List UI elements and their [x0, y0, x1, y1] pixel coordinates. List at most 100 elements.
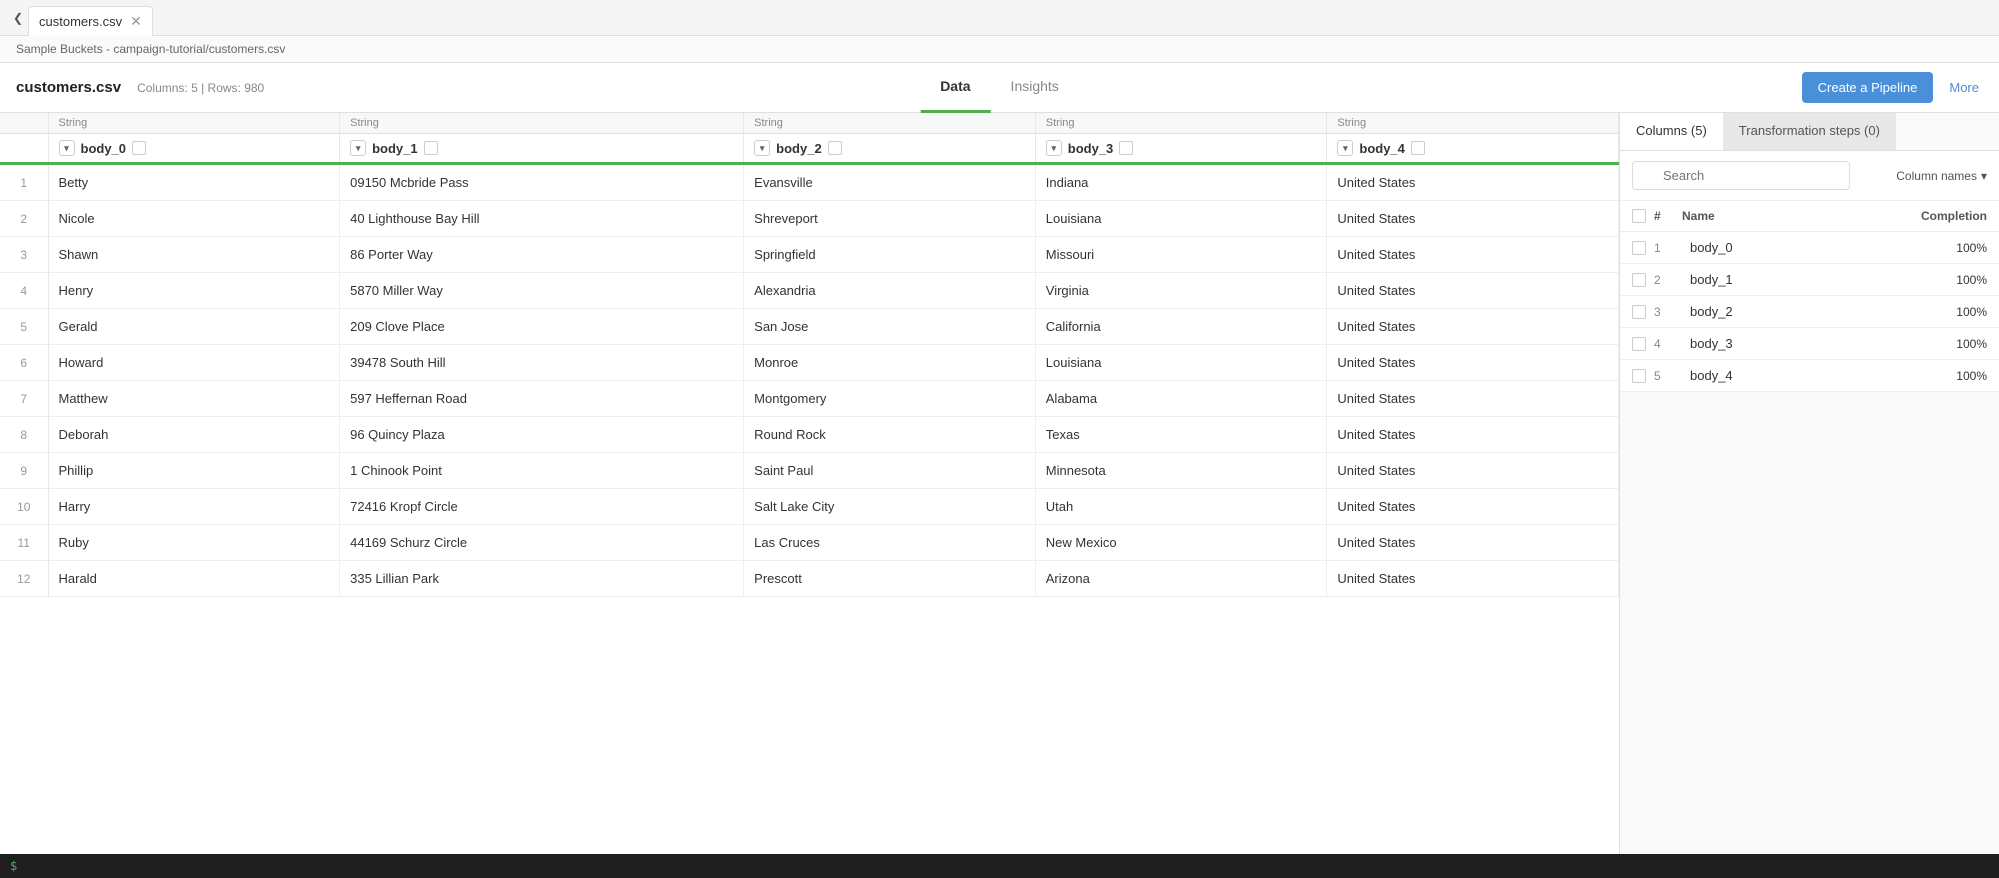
cell-body_3: Louisiana — [1035, 201, 1327, 237]
col-type-3: String — [1035, 113, 1327, 134]
table-row: 5Gerald209 Clove PlaceSan JoseCalifornia… — [0, 309, 1619, 345]
col-checkbox-1[interactable] — [424, 141, 438, 155]
col-row-checkbox[interactable] — [1632, 273, 1646, 287]
row-number: 6 — [0, 345, 48, 381]
tab-close-icon[interactable]: ✕ — [130, 14, 142, 28]
cell-body_4: United States — [1327, 237, 1619, 273]
cell-body_3: Texas — [1035, 417, 1327, 453]
file-title: customers.csv — [16, 79, 121, 96]
col-header-4[interactable]: ▾ body_4 — [1327, 134, 1619, 164]
row-number: 2 — [0, 201, 48, 237]
columns-header: # Name Completion — [1620, 201, 1999, 232]
table-row: 8Deborah96 Quincy PlazaRound RockTexasUn… — [0, 417, 1619, 453]
app-container: ❮ customers.csv ✕ Sample Buckets - campa… — [0, 0, 1999, 878]
col-header-0[interactable]: ▾ body_0 — [48, 134, 340, 164]
cell-body_3: Arizona — [1035, 561, 1327, 597]
col-row-checkbox[interactable] — [1632, 305, 1646, 319]
col-checkbox-0[interactable] — [132, 141, 146, 155]
cell-body_0: Matthew — [48, 381, 340, 417]
cell-body_3: Minnesota — [1035, 453, 1327, 489]
cell-body_2: Saint Paul — [744, 453, 1036, 489]
row-number: 4 — [0, 273, 48, 309]
cell-body_1: 1 Chinook Point — [340, 453, 744, 489]
cell-body_0: Henry — [48, 273, 340, 309]
cell-body_2: Shreveport — [744, 201, 1036, 237]
tab-insights[interactable]: Insights — [991, 63, 1079, 113]
cell-body_1: 72416 Kropf Circle — [340, 489, 744, 525]
col-row-num: 5 — [1654, 369, 1682, 383]
cell-body_0: Shawn — [48, 237, 340, 273]
col-row-name: body_1 — [1690, 272, 1948, 287]
content-area: String String String String String ▾ bod… — [0, 113, 1999, 854]
col-row-num: 2 — [1654, 273, 1682, 287]
more-button[interactable]: More — [1945, 72, 1983, 103]
cell-body_3: Louisiana — [1035, 345, 1327, 381]
cell-body_0: Harry — [48, 489, 340, 525]
cell-body_0: Betty — [48, 164, 340, 201]
breadcrumb: Sample Buckets - campaign-tutorial/custo… — [0, 36, 1999, 63]
cell-body_1: 86 Porter Way — [340, 237, 744, 273]
col-checkbox-4[interactable] — [1411, 141, 1425, 155]
cell-body_2: Alexandria — [744, 273, 1036, 309]
col-header-row: ▾ body_0 ▾ body_1 — [0, 134, 1619, 164]
cell-body_3: Missouri — [1035, 237, 1327, 273]
row-num-type-header — [0, 113, 48, 134]
cell-body_0: Phillip — [48, 453, 340, 489]
cell-body_0: Harald — [48, 561, 340, 597]
cell-body_2: San Jose — [744, 309, 1036, 345]
cell-body_2: Evansville — [744, 164, 1036, 201]
cell-body_3: New Mexico — [1035, 525, 1327, 561]
col-row-name: body_4 — [1690, 368, 1948, 383]
table-row: 3Shawn86 Porter WaySpringfieldMissouriUn… — [0, 237, 1619, 273]
col-row-name: body_0 — [1690, 240, 1948, 255]
cell-body_1: 5870 Miller Way — [340, 273, 744, 309]
cell-body_4: United States — [1327, 164, 1619, 201]
panel-tab-transformation[interactable]: Transformation steps (0) — [1723, 113, 1896, 150]
collapse-button[interactable]: ❮ — [8, 0, 28, 36]
col-type-4: String — [1327, 113, 1619, 134]
col-header-1[interactable]: ▾ body_1 — [340, 134, 744, 164]
cell-body_4: United States — [1327, 525, 1619, 561]
select-all-checkbox[interactable] — [1632, 209, 1646, 223]
search-input[interactable] — [1632, 161, 1850, 190]
tab-label: customers.csv — [39, 14, 122, 29]
type-row: String String String String String — [0, 113, 1619, 134]
columns-header-labels: # Name Completion — [1654, 209, 1987, 223]
col-row-name: body_2 — [1690, 304, 1948, 319]
list-item: 2 body_1 100% — [1620, 264, 1999, 296]
col-row-checkbox[interactable] — [1632, 337, 1646, 351]
col-dropdown-3[interactable]: ▾ — [1046, 140, 1062, 156]
cell-body_1: 335 Lillian Park — [340, 561, 744, 597]
file-tab[interactable]: customers.csv ✕ — [28, 6, 153, 36]
col-dropdown-0[interactable]: ▾ — [59, 140, 75, 156]
table-row: 10Harry72416 Kropf CircleSalt Lake CityU… — [0, 489, 1619, 525]
right-panel: Columns (5) Transformation steps (0) ⌕ C… — [1619, 113, 1999, 854]
col-checkbox-2[interactable] — [828, 141, 842, 155]
cell-body_4: United States — [1327, 201, 1619, 237]
cell-body_4: United States — [1327, 417, 1619, 453]
col-row-checkbox[interactable] — [1632, 241, 1646, 255]
col-dropdown-4[interactable]: ▾ — [1337, 140, 1353, 156]
col-header-2[interactable]: ▾ body_2 — [744, 134, 1036, 164]
col-checkbox-3[interactable] — [1119, 141, 1133, 155]
list-item: 4 body_3 100% — [1620, 328, 1999, 360]
col-type-0: String — [48, 113, 340, 134]
column-names-button[interactable]: Column names ▾ — [1896, 169, 1987, 183]
tab-data[interactable]: Data — [920, 63, 990, 113]
create-pipeline-button[interactable]: Create a Pipeline — [1802, 72, 1934, 103]
cell-body_4: United States — [1327, 309, 1619, 345]
chevron-down-icon: ▾ — [1981, 169, 1987, 183]
cell-body_0: Ruby — [48, 525, 340, 561]
panel-tabs: Columns (5) Transformation steps (0) — [1620, 113, 1999, 151]
col-header-3[interactable]: ▾ body_3 — [1035, 134, 1327, 164]
cell-body_2: Salt Lake City — [744, 489, 1036, 525]
row-number: 1 — [0, 164, 48, 201]
col-dropdown-1[interactable]: ▾ — [350, 140, 366, 156]
col-row-checkbox[interactable] — [1632, 369, 1646, 383]
data-table: String String String String String ▾ bod… — [0, 113, 1619, 597]
table-area[interactable]: String String String String String ▾ bod… — [0, 113, 1619, 854]
tab-nav: Data Insights — [920, 63, 1079, 113]
col-dropdown-2[interactable]: ▾ — [754, 140, 770, 156]
panel-tab-columns[interactable]: Columns (5) — [1620, 113, 1723, 150]
cell-body_1: 39478 South Hill — [340, 345, 744, 381]
